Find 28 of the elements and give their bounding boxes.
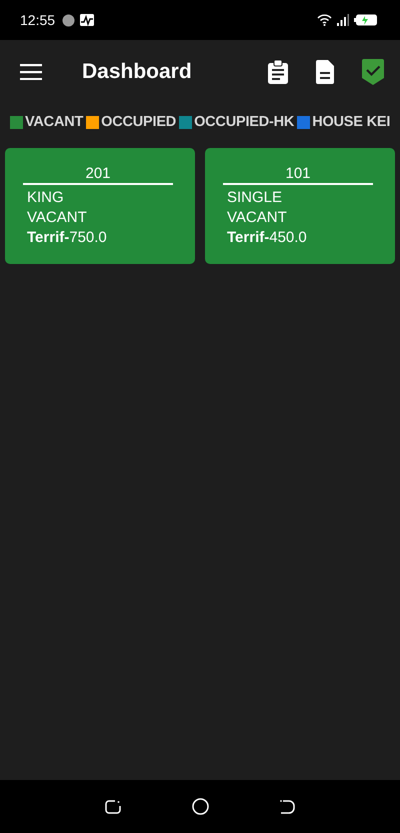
room-card[interactable]: 201 KING VACANT Terrif-750.0 <box>5 148 195 264</box>
room-tariff: Terrif-450.0 <box>227 228 308 248</box>
battery-icon <box>354 14 378 26</box>
room-number: 201 <box>23 165 173 185</box>
wifi-icon <box>317 14 332 26</box>
room-type: KING <box>27 188 65 208</box>
room-tariff: Terrif-750.0 <box>27 228 108 248</box>
room-status: VACANT <box>227 208 288 228</box>
notification-dot-icon <box>62 14 76 26</box>
room-type: SINGLE <box>227 188 284 208</box>
room-number: 101 <box>223 165 373 185</box>
recents-icon[interactable] <box>105 798 122 814</box>
shield-check-icon[interactable] <box>362 59 384 85</box>
legend-label: OCCUPIED-HK <box>194 114 294 130</box>
room-status: VACANT <box>27 208 88 228</box>
menu-icon[interactable] <box>20 64 42 80</box>
signal-icon <box>337 14 349 26</box>
home-icon[interactable] <box>192 798 209 815</box>
clipboard-icon[interactable] <box>268 60 288 84</box>
activity-icon <box>80 14 94 26</box>
legend-label: VACANT <box>25 114 84 130</box>
legend-label: HOUSE KEI <box>312 114 390 130</box>
document-icon[interactable] <box>316 60 334 84</box>
room-card[interactable]: 101 SINGLE VACANT Terrif-450.0 <box>205 148 395 264</box>
back-icon[interactable] <box>280 798 295 814</box>
legend-label: OCCUPIED <box>101 114 176 130</box>
clock: 12:55 <box>20 12 56 28</box>
screen-title: Dashboard <box>82 60 192 84</box>
